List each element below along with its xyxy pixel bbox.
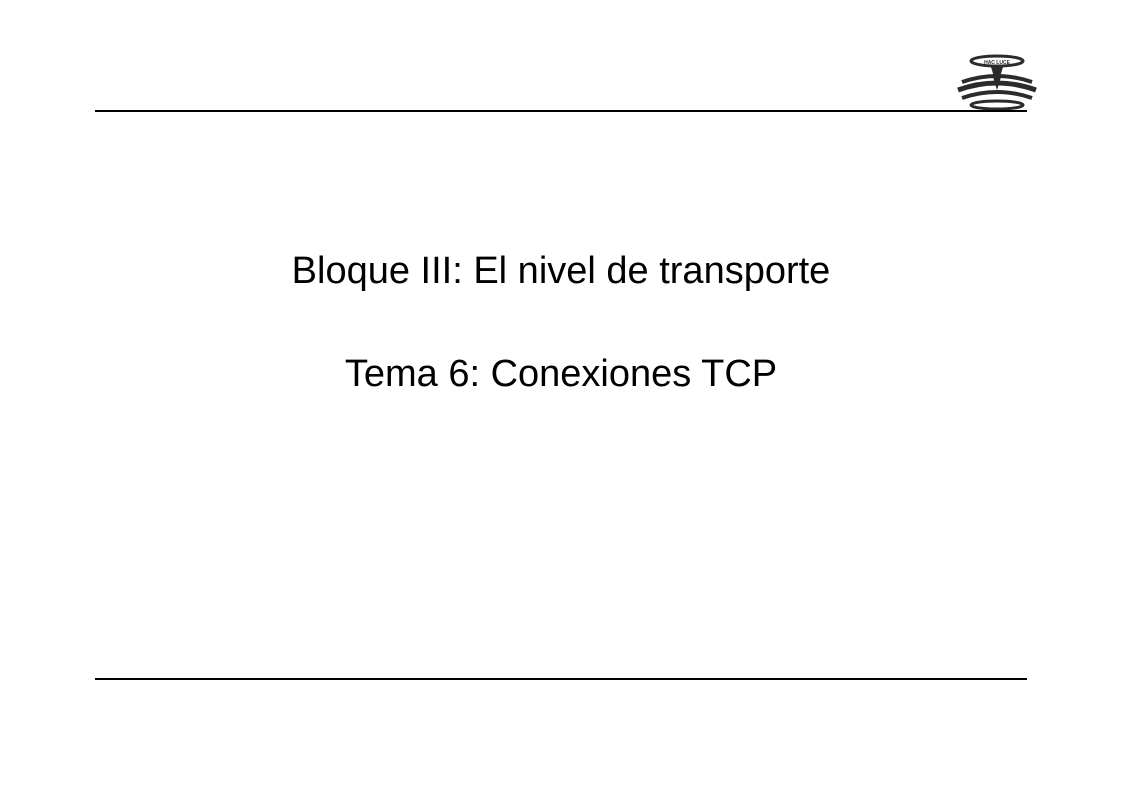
slide-content: Bloque III: El nivel de transporte Tema …	[0, 250, 1122, 396]
slide-title-line2: Tema 6: Conexiones TCP	[0, 353, 1122, 396]
slide-title-line1: Bloque III: El nivel de transporte	[0, 250, 1122, 293]
svg-text:HAC LUCE: HAC LUCE	[984, 60, 1010, 66]
institution-logo-icon: HAC LUCE	[952, 50, 1042, 110]
bottom-divider	[95, 678, 1027, 680]
logo-svg: HAC LUCE	[952, 50, 1042, 110]
top-divider	[95, 110, 1027, 112]
slide-container: HAC LUCE Bloque III: El nivel de transpo…	[0, 0, 1122, 793]
